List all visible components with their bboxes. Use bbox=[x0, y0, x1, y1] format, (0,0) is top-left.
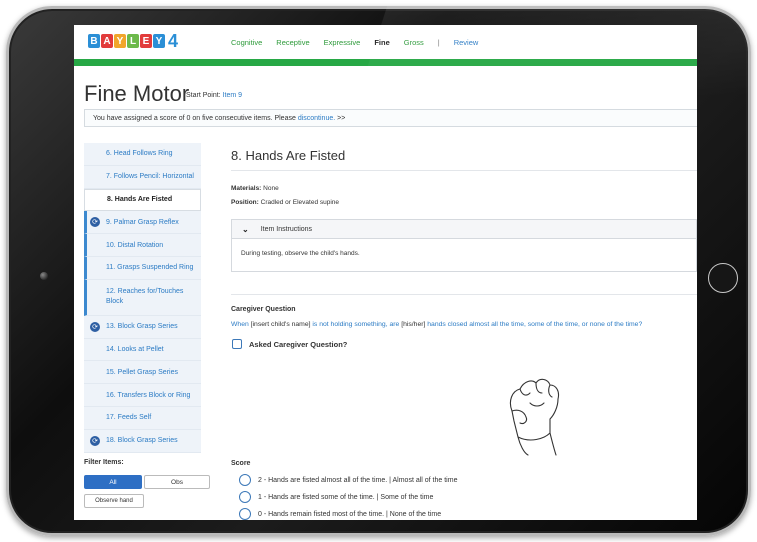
bayley-logo[interactable]: B A Y L E Y 4 bbox=[88, 31, 179, 51]
sidebar-item-label: 9. Palmar Grasp Reflex bbox=[106, 218, 179, 226]
refresh-icon: ⟳ bbox=[90, 435, 100, 446]
cq-placeholder-pronoun: [his/her] bbox=[401, 321, 426, 328]
sidebar-item[interactable]: ⟳ 13. Block Grasp Series bbox=[84, 315, 201, 339]
sidebar-item[interactable]: 12. Reaches for/Touches Block bbox=[84, 279, 201, 316]
score-option-label: 1 - Hands are fisted some of the time. |… bbox=[258, 493, 434, 501]
page-title: Fine Motor bbox=[84, 81, 190, 106]
divider bbox=[231, 170, 697, 171]
score-option-0[interactable]: 0 - Hands remain fisted most of the time… bbox=[239, 508, 441, 520]
cq-part: When bbox=[231, 321, 251, 328]
logo-letter: A bbox=[101, 34, 113, 48]
sidebar-item-label: 10. Distal Rotation bbox=[106, 241, 164, 249]
sidebar-item[interactable]: 17. Feeds Self bbox=[84, 406, 201, 430]
asked-caregiver-checkbox[interactable] bbox=[232, 339, 242, 349]
sidebar-item-label: 15. Pellet Grasp Series bbox=[106, 368, 178, 376]
top-navigation: B A Y L E Y 4 Cognitive Receptive Expres… bbox=[74, 25, 697, 59]
logo-number: 4 bbox=[168, 31, 179, 51]
logo-letter: L bbox=[127, 34, 139, 48]
logo-letter: B bbox=[88, 34, 100, 48]
asked-caregiver-label[interactable]: Asked Caregiver Question? bbox=[249, 340, 347, 349]
discontinue-link[interactable]: discontinue. bbox=[298, 115, 335, 122]
filter-obs-button[interactable]: Obs bbox=[144, 475, 210, 489]
sidebar-item[interactable]: 16. Transfers Block or Ring bbox=[84, 384, 201, 407]
sidebar-item-label: 11. Grasps Suspended Ring bbox=[106, 264, 194, 272]
camera-lens bbox=[40, 272, 48, 280]
score-option-2[interactable]: 2 - Hands are fisted almost all of the t… bbox=[239, 474, 457, 486]
home-button[interactable] bbox=[708, 263, 738, 293]
discontinue-alert: You have assigned a score of 0 on five c… bbox=[84, 109, 697, 127]
radio-button[interactable] bbox=[239, 508, 251, 520]
cq-placeholder-name: [insert child's name] bbox=[250, 321, 311, 328]
item-title: 8. Hands Are Fisted bbox=[231, 148, 346, 163]
sidebar-item-active[interactable]: 8. Hands Are Fisted bbox=[84, 188, 201, 212]
chevron-down-icon: ⌄ bbox=[242, 224, 249, 234]
materials-value: None bbox=[261, 185, 279, 192]
logo-letter: Y bbox=[153, 34, 165, 48]
sidebar-item-label: 16. Transfers Block or Ring bbox=[106, 391, 191, 399]
sidebar-item-label: 13. Block Grasp Series bbox=[106, 323, 178, 331]
tab-gross[interactable]: Gross bbox=[404, 38, 424, 47]
start-point-label: Start Point: bbox=[186, 92, 223, 99]
sidebar-item[interactable]: 11. Grasps Suspended Ring bbox=[84, 256, 201, 280]
materials-line: Materials: None bbox=[231, 185, 279, 192]
sidebar-item[interactable]: 15. Pellet Grasp Series bbox=[84, 361, 201, 385]
cq-part: hands closed almost all the time, some o… bbox=[425, 321, 643, 328]
tab-fine[interactable]: Fine bbox=[374, 38, 389, 47]
sidebar-item-label: 12. Reaches for/Touches Block bbox=[106, 288, 184, 306]
materials-label: Materials: bbox=[231, 185, 262, 192]
filter-all-button[interactable]: All bbox=[84, 475, 142, 489]
sidebar-item-label: 18. Block Grasp Series bbox=[106, 437, 178, 445]
score-label: Score bbox=[231, 460, 251, 467]
start-point: Start Point: Item 9 bbox=[186, 92, 242, 99]
position-label: Position: bbox=[231, 199, 259, 206]
alert-text: You have assigned a score of 0 on five c… bbox=[93, 115, 298, 122]
sidebar-item-label: 17. Feeds Self bbox=[106, 414, 152, 422]
score-option-1[interactable]: 1 - Hands are fisted some of the time. |… bbox=[239, 491, 433, 503]
radio-button[interactable] bbox=[239, 491, 251, 503]
sidebar-item-label: 8. Hands Are Fisted bbox=[107, 196, 173, 204]
caregiver-question-text: When [insert child's name] is not holdin… bbox=[231, 321, 642, 328]
sidebar-item-label: 7. Follows Pencil: Horizontal bbox=[106, 173, 194, 181]
logo-letter: E bbox=[140, 34, 152, 48]
sidebar-item-label: 6. Head Follows Ring bbox=[106, 150, 173, 158]
position-line: Position: Cradled or Elevated supine bbox=[231, 199, 339, 206]
cq-part: is not holding something, are bbox=[310, 321, 402, 328]
sidebar-item[interactable]: 6. Head Follows Ring bbox=[84, 143, 201, 166]
filter-items-label: Filter Items: bbox=[84, 459, 124, 466]
refresh-icon: ⟳ bbox=[90, 217, 100, 228]
app-screen: B A Y L E Y 4 Cognitive Receptive Expres… bbox=[74, 25, 697, 520]
tab-review[interactable]: Review bbox=[454, 38, 479, 47]
filter-observe-hand-button[interactable]: Observe hand bbox=[84, 494, 144, 508]
accent-bar bbox=[74, 59, 697, 66]
instructions-toggle[interactable]: ⌄ Item Instructions bbox=[232, 220, 696, 239]
alert-suffix[interactable]: >> bbox=[335, 115, 345, 122]
score-option-label: 2 - Hands are fisted almost all of the t… bbox=[258, 476, 458, 484]
item-sidebar: 6. Head Follows Ring 7. Follows Pencil: … bbox=[84, 143, 201, 453]
refresh-icon: ⟳ bbox=[90, 321, 100, 332]
start-point-link[interactable]: Item 9 bbox=[223, 92, 242, 99]
tab-expressive[interactable]: Expressive bbox=[324, 38, 361, 47]
sidebar-item[interactable]: 14. Looks at Pellet bbox=[84, 338, 201, 362]
tab-cognitive[interactable]: Cognitive bbox=[231, 38, 262, 47]
instructions-panel: ⌄ Item Instructions During testing, obse… bbox=[231, 219, 697, 272]
instructions-header: Item Instructions bbox=[260, 225, 313, 233]
sidebar-item[interactable]: ⟳ 18. Block Grasp Series bbox=[84, 429, 201, 453]
tab-receptive[interactable]: Receptive bbox=[276, 38, 309, 47]
fisted-hand-illustration bbox=[509, 378, 560, 456]
score-option-label: 0 - Hands remain fisted most of the time… bbox=[258, 510, 442, 518]
radio-button[interactable] bbox=[239, 474, 251, 486]
sidebar-item[interactable]: ⟳ 9. Palmar Grasp Reflex bbox=[84, 211, 201, 235]
sidebar-item[interactable]: 7. Follows Pencil: Horizontal bbox=[84, 165, 201, 189]
divider bbox=[231, 294, 697, 295]
position-value: Cradled or Elevated supine bbox=[258, 199, 340, 206]
instructions-body: During testing, observe the child's hand… bbox=[241, 250, 360, 257]
sidebar-item[interactable]: 10. Distal Rotation bbox=[84, 234, 201, 257]
nav-separator: | bbox=[437, 38, 440, 47]
logo-letter: Y bbox=[114, 34, 126, 48]
sidebar-item-label: 14. Looks at Pellet bbox=[106, 345, 164, 353]
subtest-tabs: Cognitive Receptive Expressive Fine Gros… bbox=[231, 38, 492, 47]
caregiver-question-title: Caregiver Question bbox=[231, 306, 296, 313]
